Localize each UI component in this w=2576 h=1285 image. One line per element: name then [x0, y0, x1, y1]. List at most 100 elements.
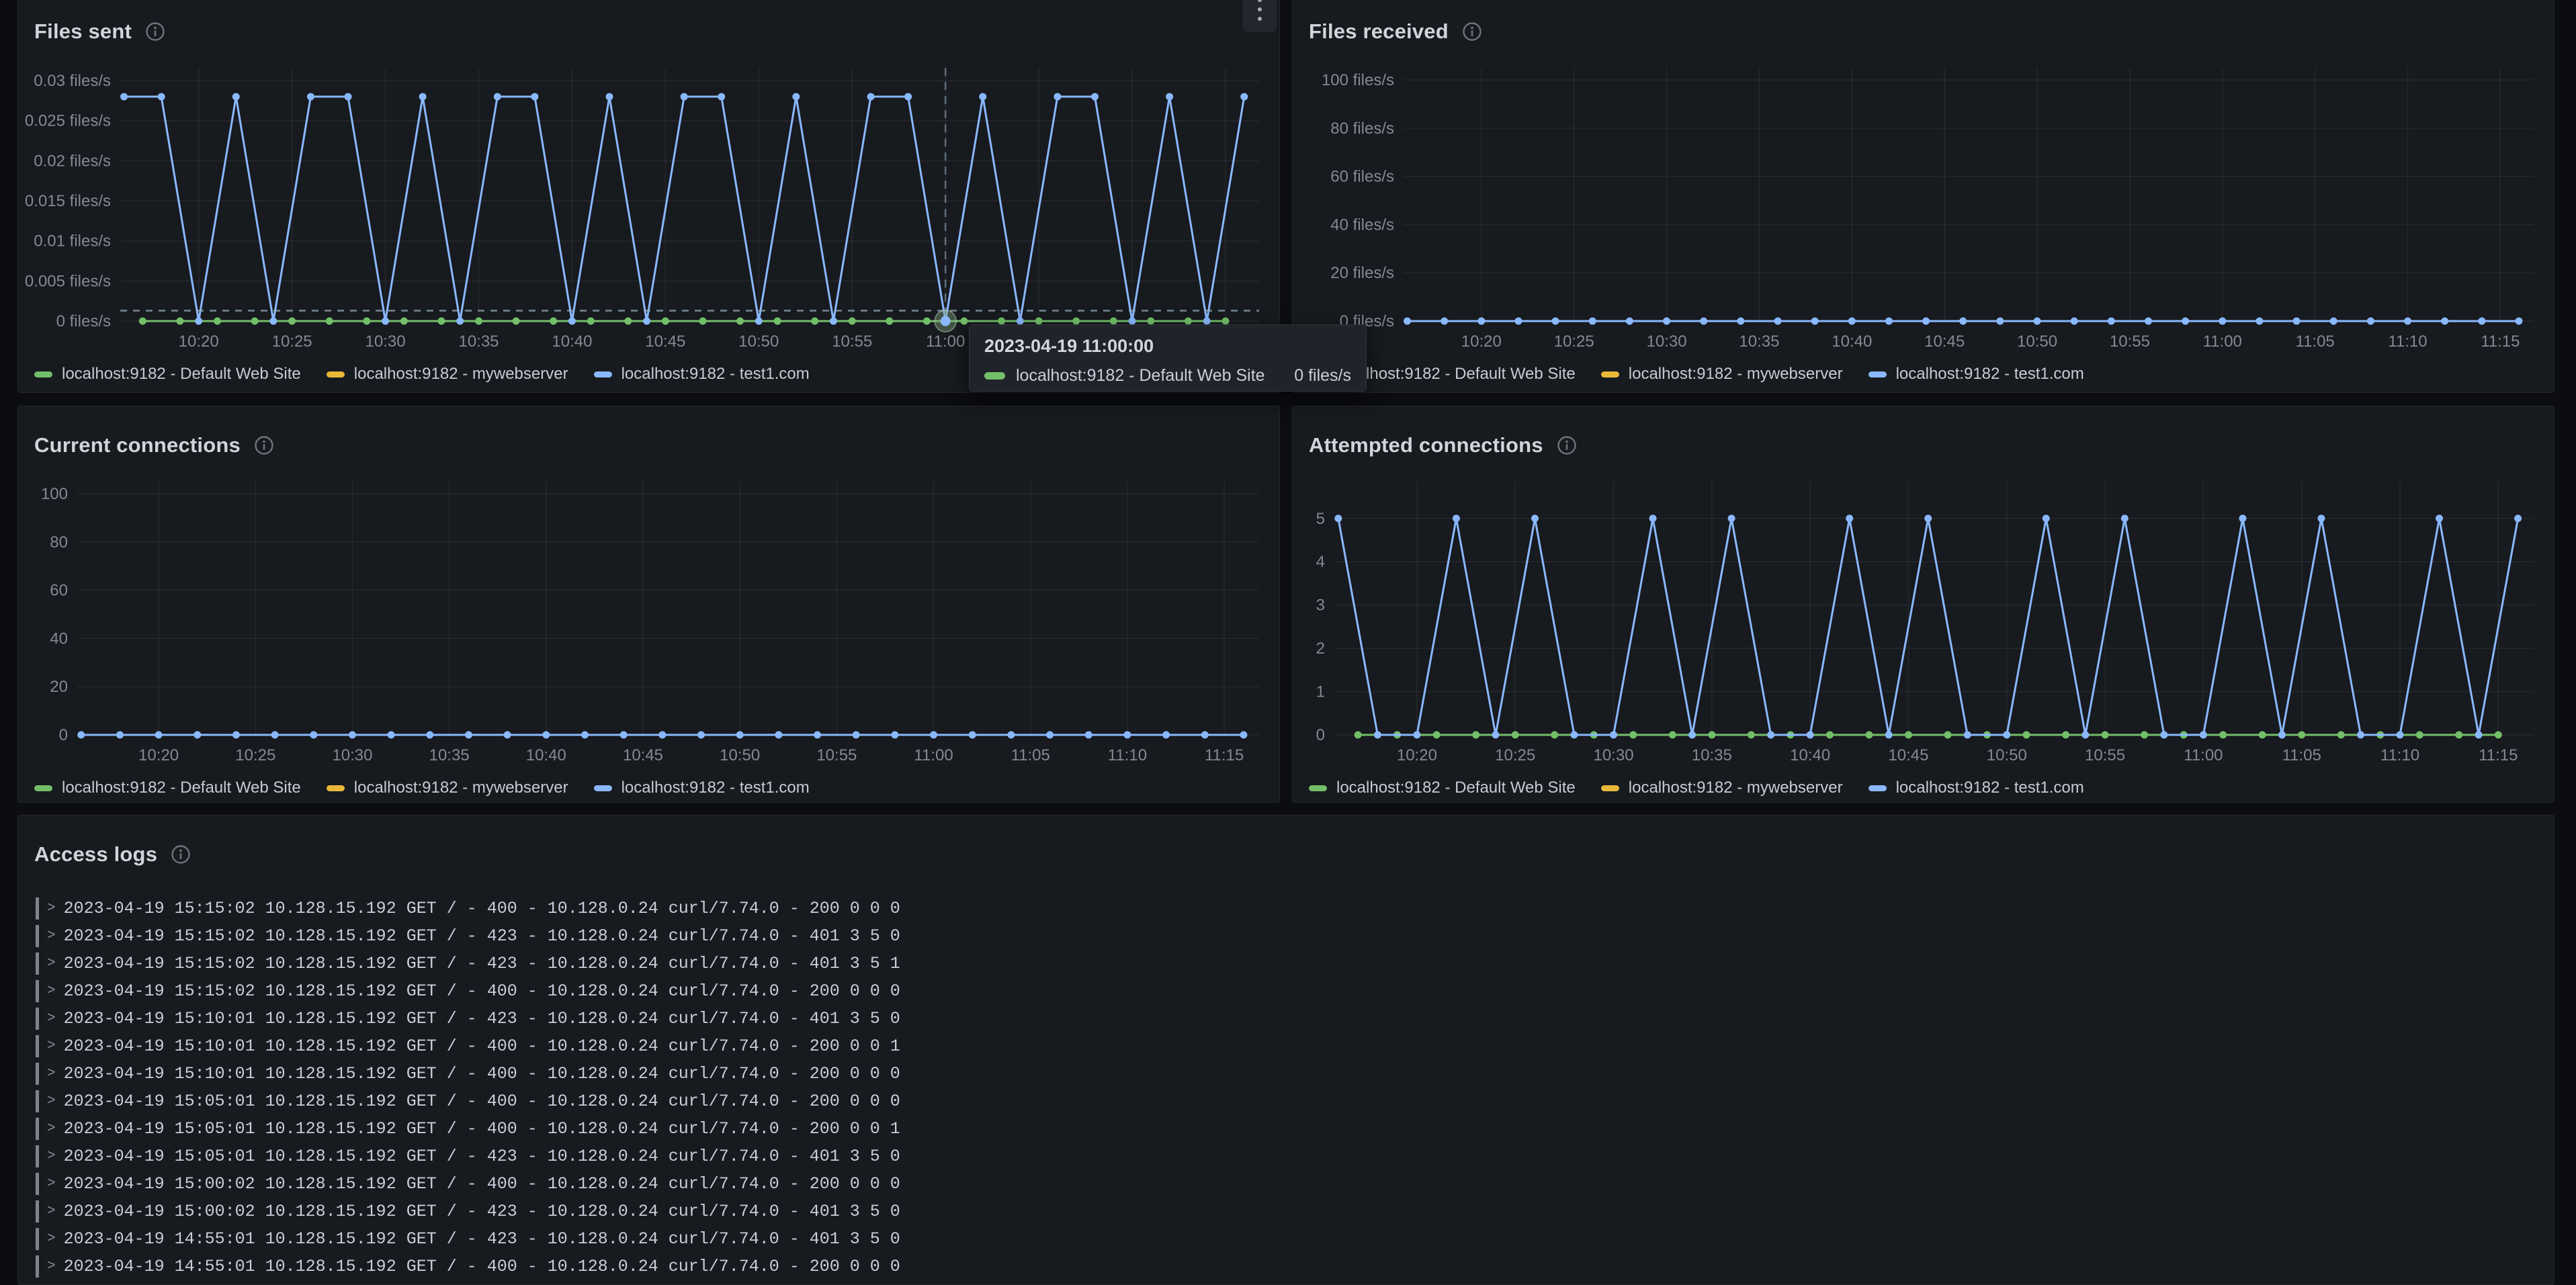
svg-text:10:20: 10:20 — [1397, 746, 1437, 764]
legend-item[interactable]: localhost:9182 - mywebserver — [1600, 779, 1843, 797]
legend-item[interactable]: localhost:9182 - Default Web Site — [34, 365, 301, 384]
log-expand-chevron-icon[interactable]: > — [47, 1121, 56, 1137]
svg-text:10:45: 10:45 — [1888, 746, 1928, 764]
log-line-text: 2023-04-19 15:05:01 10.128.15.192 GET / … — [63, 1092, 900, 1111]
svg-text:1: 1 — [1316, 683, 1325, 701]
svg-text:10:30: 10:30 — [366, 333, 406, 351]
legend-item[interactable]: localhost:9182 - mywebserver — [326, 779, 568, 797]
svg-text:11:15: 11:15 — [1205, 746, 1244, 764]
legend-label: localhost:9182 - mywebserver — [1628, 779, 1843, 797]
files-sent-chart[interactable]: 0.03 files/s 0.025 files/s 0.02 files/s 0.0… — [18, 53, 1279, 359]
log-expand-chevron-icon[interactable]: > — [47, 1149, 56, 1164]
log-expand-chevron-icon[interactable]: > — [47, 956, 56, 971]
log-level-bar — [36, 1063, 39, 1085]
tooltip-series-label: localhost:9182 - Default Web Site — [1016, 366, 1265, 385]
log-line-text: 2023-04-19 15:00:02 10.128.15.192 GET / … — [63, 1202, 900, 1221]
svg-text:10:35: 10:35 — [429, 746, 470, 764]
svg-text:2: 2 — [1316, 639, 1325, 658]
legend-item[interactable]: localhost:9182 - Default Web Site — [34, 779, 301, 797]
log-row[interactable]: >2023-04-19 14:55:01 10.128.15.192 GET /… — [36, 1225, 2554, 1253]
chart-tooltip: 2023-04-19 11:00:00 localhost:9182 - Def… — [969, 324, 1367, 392]
log-level-bar — [36, 1090, 39, 1112]
log-level-bar — [36, 1008, 39, 1030]
log-row[interactable]: >2023-04-19 15:10:01 10.128.15.192 GET /… — [36, 1032, 2554, 1060]
svg-text:10:25: 10:25 — [1495, 746, 1535, 764]
svg-text:10:20: 10:20 — [138, 746, 179, 764]
log-level-bar — [36, 1255, 39, 1278]
tooltip-timestamp: 2023-04-19 11:00:00 — [984, 336, 1154, 356]
log-row[interactable]: >2023-04-19 15:15:02 10.128.15.192 GET /… — [36, 895, 2554, 922]
log-row[interactable]: >2023-04-19 15:15:02 10.128.15.192 GET /… — [36, 922, 2554, 950]
legend-item[interactable]: localhost:9182 - test1.com — [1868, 365, 2084, 384]
legend-label: localhost:9182 - mywebserver — [1628, 365, 1843, 383]
current-connections-legend: localhost:9182 - Default Web Site localho… — [18, 772, 1279, 803]
svg-text:11:00: 11:00 — [914, 746, 953, 764]
log-expand-chevron-icon[interactable]: > — [47, 1038, 56, 1054]
log-expand-chevron-icon[interactable]: > — [47, 901, 56, 916]
log-expand-chevron-icon[interactable]: > — [47, 1011, 56, 1026]
log-row[interactable]: >2023-04-19 15:15:02 10.128.15.192 GET /… — [36, 977, 2554, 1005]
log-level-bar — [36, 1200, 39, 1223]
panel-access-logs: Access logs >2023-04-19 15:15:02 10.128.… — [17, 815, 2554, 1285]
current-connections-chart[interactable]: 100 80 60 40 20 0 10:20 10:25 10:30 10:35 10:40 10:… — [18, 467, 1279, 772]
panel-title: Files received — [1309, 19, 1449, 43]
legend-item[interactable]: localhost:9182 - Default Web Site — [1309, 779, 1576, 797]
log-expand-chevron-icon[interactable]: > — [47, 1259, 56, 1274]
svg-text:10:25: 10:25 — [1554, 333, 1594, 351]
attempted-connections-chart[interactable]: 5 4 3 2 1 0 10:20 10:25 10:30 10:35 10:40 10:45 10:5… — [1293, 467, 2554, 772]
log-row[interactable]: >2023-04-19 15:10:01 10.128.15.192 GET /… — [36, 1005, 2554, 1032]
log-row[interactable]: >2023-04-19 15:10:01 10.128.15.192 GET /… — [36, 1060, 2554, 1088]
svg-text:11:15: 11:15 — [2481, 333, 2520, 351]
legend-item[interactable]: localhost:9182 - test1.com — [593, 365, 810, 384]
log-line-text: 2023-04-19 14:55:01 10.128.15.192 GET / … — [63, 1257, 900, 1276]
svg-text:10:50: 10:50 — [738, 333, 779, 351]
log-row[interactable]: >2023-04-19 15:00:02 10.128.15.192 GET /… — [36, 1170, 2554, 1198]
panel-menu-button[interactable] — [1243, 0, 1277, 32]
log-level-bar — [36, 925, 39, 947]
files-received-chart[interactable]: 100 files/s 80 files/s 60 files/s 40 files/… — [1293, 53, 2554, 359]
panel-current-connections: Current connections 100 80 60 40 20 0 10:20 10:… — [17, 406, 1280, 803]
log-expand-chevron-icon[interactable]: > — [47, 1231, 56, 1247]
info-icon[interactable] — [145, 21, 165, 42]
svg-text:10:45: 10:45 — [645, 333, 685, 351]
log-row[interactable]: >2023-04-19 15:05:01 10.128.15.192 GET /… — [36, 1088, 2554, 1115]
svg-text:0.01 files/s: 0.01 files/s — [34, 232, 111, 251]
log-expand-chevron-icon[interactable]: > — [47, 1204, 56, 1219]
log-level-bar — [36, 1035, 39, 1057]
legend-item[interactable]: localhost:9182 - test1.com — [593, 779, 810, 797]
kebab-menu-icon — [1258, 0, 1262, 2]
svg-text:11:05: 11:05 — [2295, 333, 2334, 351]
legend-item[interactable]: localhost:9182 - test1.com — [1868, 779, 2084, 797]
log-row[interactable]: >2023-04-19 15:00:02 10.128.15.192 GET /… — [36, 1198, 2554, 1225]
log-row[interactable]: >2023-04-19 15:05:01 10.128.15.192 GET /… — [36, 1143, 2554, 1170]
svg-text:40: 40 — [50, 629, 68, 648]
legend-label: localhost:9182 - mywebserver — [353, 779, 568, 797]
info-icon[interactable] — [171, 844, 191, 865]
svg-text:3: 3 — [1316, 596, 1325, 615]
log-expand-chevron-icon[interactable]: > — [47, 928, 56, 944]
info-icon[interactable] — [1462, 21, 1482, 42]
log-line-text: 2023-04-19 15:05:01 10.128.15.192 GET / … — [63, 1147, 900, 1166]
legend-item[interactable]: localhost:9182 - mywebserver — [326, 365, 568, 384]
panel-title: Files sent — [34, 19, 132, 43]
log-row[interactable]: >2023-04-19 15:05:01 10.128.15.192 GET /… — [36, 1115, 2554, 1143]
svg-text:80 files/s: 80 files/s — [1330, 120, 1394, 138]
legend-label: localhost:9182 - test1.com — [621, 779, 810, 797]
log-expand-chevron-icon[interactable]: > — [47, 1094, 56, 1109]
log-row[interactable]: >2023-04-19 14:55:01 10.128.15.192 GET /… — [36, 1253, 2554, 1280]
panel-header: Attempted connections — [1293, 406, 2554, 467]
svg-text:10:25: 10:25 — [272, 333, 312, 351]
svg-text:10:50: 10:50 — [2017, 333, 2057, 351]
legend-swatch — [326, 785, 345, 791]
svg-text:10:55: 10:55 — [2110, 333, 2150, 351]
log-expand-chevron-icon[interactable]: > — [47, 1066, 56, 1081]
legend-item[interactable]: localhost:9182 - mywebserver — [1600, 365, 1843, 384]
log-expand-chevron-icon[interactable]: > — [47, 983, 56, 999]
log-level-bar — [36, 897, 39, 920]
info-icon[interactable] — [1557, 435, 1577, 455]
info-icon[interactable] — [254, 435, 274, 455]
log-line-text: 2023-04-19 15:10:01 10.128.15.192 GET / … — [63, 1009, 900, 1028]
log-expand-chevron-icon[interactable]: > — [47, 1176, 56, 1192]
svg-text:10:30: 10:30 — [332, 746, 372, 764]
log-row[interactable]: >2023-04-19 15:15:02 10.128.15.192 GET /… — [36, 950, 2554, 977]
